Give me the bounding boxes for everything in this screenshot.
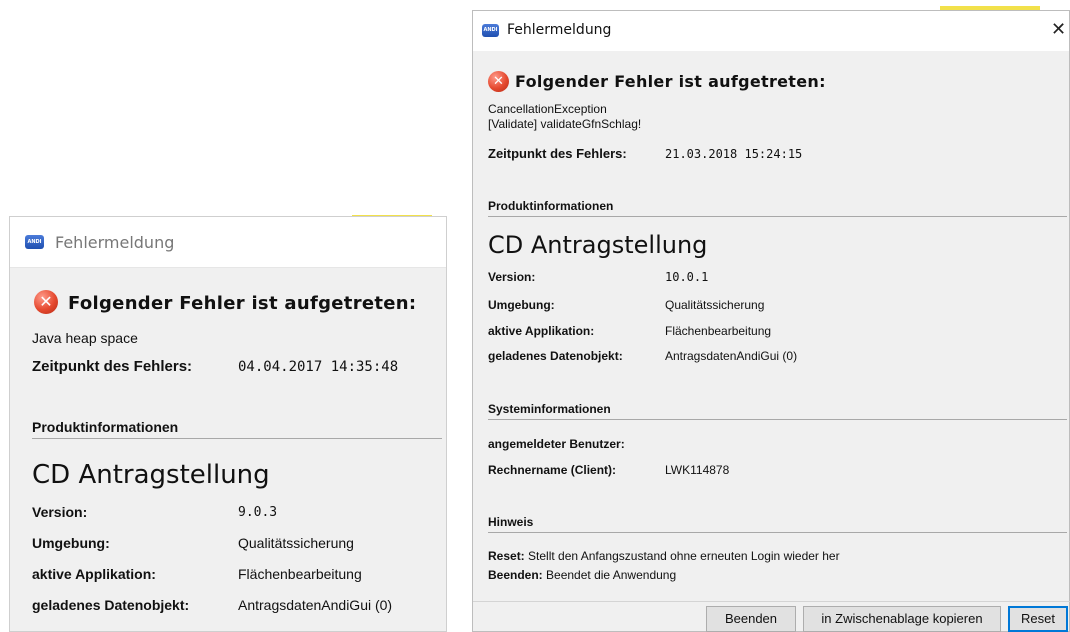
field-value: Flächenbearbeitung — [665, 324, 772, 338]
hint-line: Beenden: Beendet die Anwendung — [488, 568, 676, 582]
error-heading: Folgender Fehler ist aufgetreten: — [515, 72, 826, 91]
field-value: AntragsdatenAndiGui (0) — [238, 597, 393, 613]
error-dialog-new: ANDI Fehlermeldung ✕ ✕ Folgender Fehler … — [472, 10, 1070, 632]
hint-label: Beenden: — [488, 568, 543, 582]
field-label: geladenes Datenobjekt: — [488, 349, 623, 363]
system-field-value: LWK114878 — [665, 463, 730, 477]
field-value: Qualitätssicherung — [665, 298, 765, 312]
system-field-label: angemeldeter Benutzer: — [488, 437, 625, 451]
time-value: 21.03.2018 15:24:15 — [665, 147, 803, 161]
title-bar[interactable]: ANDI Fehlermeldung ✕ — [473, 11, 1069, 51]
quit-button[interactable]: Beenden — [706, 606, 796, 632]
window-title: Fehlermeldung — [55, 233, 175, 252]
field-label: aktive Applikation: — [488, 324, 595, 338]
app-icon: ANDI — [25, 235, 44, 249]
hint-text: Stellt den Anfangszustand ohne erneuten … — [528, 549, 840, 563]
error-message-line: CancellationException — [488, 102, 607, 116]
time-value: 04.04.2017 14:35:48 — [238, 359, 399, 375]
error-message: Java heap space — [32, 330, 138, 346]
divider — [488, 419, 1067, 420]
field-label: Version: — [488, 270, 536, 284]
field-label: Version: — [32, 504, 88, 520]
field-label: aktive Applikation: — [32, 566, 156, 582]
error-icon: ✕ — [34, 290, 58, 314]
field-value: 10.0.1 — [665, 270, 709, 284]
section-system-heading: Systeminformationen — [488, 402, 611, 416]
error-dialog-old: ANDI Fehlermeldung ✕ Folgender Fehler is… — [9, 216, 447, 632]
field-label: Umgebung: — [488, 298, 555, 312]
divider — [488, 216, 1067, 217]
hint-line: Reset: Stellt den Anfangszustand ohne er… — [488, 549, 840, 563]
field-label: Umgebung: — [32, 535, 110, 551]
close-icon[interactable]: ✕ — [1051, 19, 1066, 40]
hint-label: Reset: — [488, 549, 525, 563]
product-name: CD Antragstellung — [32, 460, 270, 490]
window-title: Fehlermeldung — [507, 22, 612, 38]
section-product-heading: Produktinformationen — [488, 199, 614, 213]
section-product-heading: Produktinformationen — [32, 419, 179, 435]
app-icon: ANDI — [482, 24, 499, 37]
field-value: Flächenbearbeitung — [238, 566, 362, 582]
time-label: Zeitpunkt des Fehlers: — [488, 146, 627, 161]
title-bar[interactable]: ANDI Fehlermeldung — [10, 217, 446, 268]
hint-text: Beendet die Anwendung — [546, 568, 677, 582]
reset-button[interactable]: Reset — [1008, 606, 1068, 632]
divider — [32, 438, 442, 439]
error-icon: ✕ — [488, 71, 509, 92]
divider — [488, 532, 1067, 533]
button-bar-divider — [473, 601, 1070, 602]
section-hint-heading: Hinweis — [488, 515, 534, 529]
field-value: Qualitätssicherung — [238, 535, 354, 551]
error-heading: Folgender Fehler ist aufgetreten: — [68, 293, 417, 314]
product-name: CD Antragstellung — [488, 231, 708, 259]
error-message-line: [Validate] validateGfnSchlag! — [488, 117, 642, 131]
field-label: geladenes Datenobjekt: — [32, 597, 190, 613]
time-label: Zeitpunkt des Fehlers: — [32, 358, 193, 375]
field-value: 9.0.3 — [238, 505, 278, 520]
system-field-label: Rechnername (Client): — [488, 463, 617, 477]
field-value: AntragsdatenAndiGui (0) — [665, 349, 798, 363]
copy-to-clipboard-button[interactable]: in Zwischenablage kopieren — [803, 606, 1001, 632]
